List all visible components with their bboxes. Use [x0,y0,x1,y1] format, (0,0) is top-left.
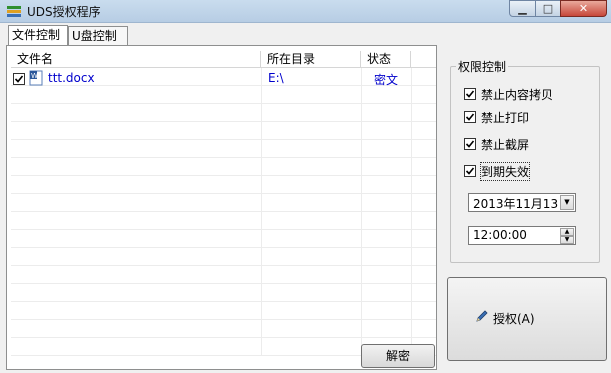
authorize-label: 授权(A) [493,312,535,326]
column-header-directory[interactable]: 所在目录 [261,51,361,67]
tab-usb-control[interactable]: U盘控制 [68,26,128,45]
check-icon [465,113,475,121]
decrypt-button[interactable]: 解密 [361,344,435,368]
perm-checkbox[interactable] [464,88,476,100]
file-name: ttt.docx [48,71,95,85]
table-row[interactable]: W ttt.docx E:\ 密文 [11,70,436,88]
check-icon [465,140,475,148]
file-state: 密文 [374,73,399,87]
minimize-button[interactable]: ▁ [509,0,536,17]
word-doc-icon: W [29,70,43,86]
perm-checkbox[interactable] [464,138,476,150]
check-icon [14,75,24,83]
permission-group-title: 权限控制 [456,58,509,75]
check-icon [465,90,475,98]
perm-checkbox[interactable] [464,111,476,123]
maximize-button[interactable]: □ [535,0,561,17]
expiry-time-value: 12:00:00 [473,228,527,242]
expiry-time-picker[interactable]: 12:00:00 ▲ ▼ [468,226,576,245]
pen-icon [476,310,488,322]
expiry-date-value: 2013年11月13日 [473,197,571,211]
row-checkbox[interactable] [13,73,25,85]
perm-label: 禁止打印 [481,111,530,125]
chevron-down-icon[interactable]: ▼ [560,195,574,210]
close-button[interactable]: ✕ [560,0,607,17]
minimize-icon: ▁ [518,2,527,15]
window-title: UDS授权程序 [27,5,101,19]
file-list[interactable]: W ttt.docx E:\ 密文 [11,68,436,356]
close-icon: ✕ [578,2,589,15]
maximize-icon: □ [542,2,554,15]
check-icon [465,167,475,175]
perm-label: 禁止截屏 [481,138,530,152]
title-bar: UDS授权程序 ▁ □ ✕ [0,0,611,23]
spin-up-icon[interactable]: ▲ [560,228,574,236]
authorize-content: 授权(A) [476,310,535,327]
spin-down-icon[interactable]: ▼ [560,236,574,244]
file-directory: E:\ [268,71,284,85]
tab-file-control[interactable]: 文件控制 [8,25,68,46]
perm-checkbox[interactable] [464,165,476,177]
column-header-state[interactable]: 状态 [361,51,411,67]
perm-label: 禁止内容拷贝 [481,88,554,102]
column-header-filename[interactable]: 文件名 [11,51,261,67]
perm-label: 到期失效 [479,162,531,181]
list-header: 文件名 所在目录 状态 [11,51,436,68]
app-icon [7,6,21,17]
svg-text:W: W [31,72,38,80]
file-list-panel: 文件名 所在目录 状态 W ttt.docx E:\ 密文 [6,45,437,370]
tab-label: U盘控制 [72,29,117,43]
tab-label: 文件控制 [12,28,61,42]
authorize-button[interactable]: 授权(A) [447,277,607,361]
expiry-date-picker[interactable]: 2013年11月13日 ▼ [468,193,576,212]
